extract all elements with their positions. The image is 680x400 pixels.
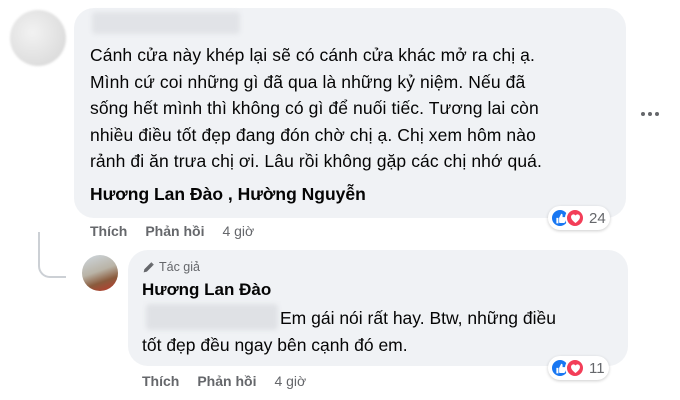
reply-line: tốt đẹp đều ngay bên cạnh đó em.: [142, 335, 408, 355]
mention-link[interactable]: Hương Lan Đào: [90, 184, 223, 204]
reply-line: Em gái nói rất hay. Btw, những điều: [280, 308, 556, 328]
reply-timestamp[interactable]: 4 giờ: [274, 373, 306, 389]
like-button[interactable]: Thích: [90, 223, 127, 239]
reply-author-name[interactable]: Hương Lan Đào: [142, 280, 271, 300]
reply-text: Em gái nói rất hay. Btw, những điều tốt …: [142, 305, 612, 359]
reaction-count: 24: [589, 209, 606, 227]
comment-text: Cánh cửa này khép lại sẽ có cánh cửa khá…: [90, 42, 610, 175]
reply-button[interactable]: Phản hồi: [145, 223, 204, 239]
commenter-avatar[interactable]: [10, 10, 66, 66]
reaction-count: 11: [589, 359, 605, 377]
mention-separator: ,: [223, 184, 238, 204]
author-badge-label: Tác giả: [159, 260, 200, 274]
author-badge: Tác giả: [142, 260, 200, 274]
comment-line: nhiều điều tốt đẹp đang đón chờ chị ạ. C…: [90, 124, 536, 145]
comment-line: sống hết mình thì không có gì để nuối ti…: [90, 98, 539, 118]
love-reaction-icon: [565, 358, 585, 378]
mention-link[interactable]: Hường Nguyễn: [238, 184, 366, 204]
more-options-icon[interactable]: [638, 102, 662, 126]
like-button[interactable]: Thích: [142, 373, 179, 389]
comment-line: Cánh cửa này khép lại sẽ có cánh cửa khá…: [90, 45, 535, 65]
love-reaction-icon: [565, 208, 585, 228]
comment-reactions[interactable]: 24: [548, 206, 610, 230]
reply-button[interactable]: Phản hồi: [197, 373, 256, 389]
reply-reactions[interactable]: 11: [548, 356, 609, 380]
comment-actions: Thích Phản hồi 4 giờ: [90, 223, 254, 239]
comment-timestamp[interactable]: 4 giờ: [222, 223, 254, 239]
reply-actions: Thích Phản hồi 4 giờ: [142, 373, 306, 389]
comment-line: rảnh đi ăn trưa chị ơi. Lâu rồi không gặ…: [90, 151, 542, 171]
comment-line: Mình cứ coi những gì đã qua là những kỷ …: [90, 71, 526, 92]
thread-connector: [38, 232, 66, 278]
author-avatar[interactable]: [82, 255, 118, 291]
pencil-icon: [143, 261, 154, 272]
commenter-name-redacted: [92, 12, 240, 34]
comment-mentions: Hương Lan Đào , Hường Nguyễn: [90, 184, 366, 205]
